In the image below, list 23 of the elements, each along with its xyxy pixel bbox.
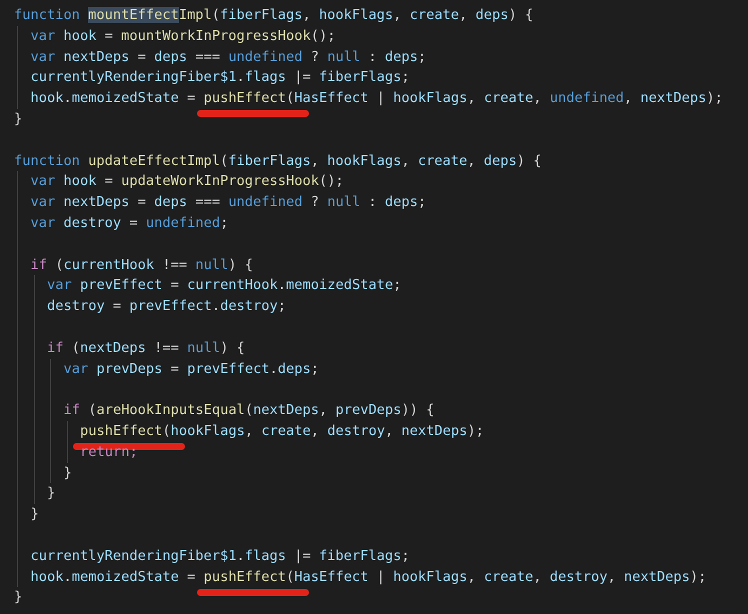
code-line: } — [47, 484, 56, 504]
code-line: destroy = prevEffect.destroy; — [47, 297, 286, 316]
code-line: var destroy = undefined; — [30, 214, 228, 233]
code-line: hook.memoizedState = pushEffect(HasEffect | hookFlags, create, undefined, nextDeps); — [30, 89, 723, 108]
code-line: } — [64, 464, 72, 483]
code-line: function mountEffectImpl(fiberFlags, hookFlags, create, deps) { — [14, 6, 534, 25]
code-line: var hook = mountWorkInProgressHook(); — [30, 26, 336, 46]
code-line: if (nextDeps !== null) { — [47, 338, 245, 358]
code-line: var nextDeps = deps === undefined ? null : deps; — [30, 48, 426, 67]
code-line: } — [30, 505, 39, 524]
code-line: } — [14, 588, 22, 608]
code-line: hook.memoizedState = pushEffect(HasEffect | hookFlags, create, destroy, nextDeps); — [30, 568, 706, 587]
code-line: currentlyRenderingFiber$1.flags |= fiberFlags; — [30, 68, 410, 88]
code-line: var nextDeps = deps === undefined ? null : deps; — [30, 193, 426, 212]
code-line: } — [14, 110, 22, 129]
code-line: function updateEffectImpl(fiberFlags, hookFlags, create, deps) { — [14, 152, 542, 171]
code-line: var prevEffect = currentHook.memoizedState; — [47, 276, 402, 296]
code-line: if (areHookInputsEqual(nextDeps, prevDeps)) { — [64, 401, 434, 420]
code-line: pushEffect(hookFlags, create, destroy, nextDeps); — [80, 422, 484, 441]
code-line: var prevDeps = prevEffect.deps; — [64, 360, 320, 379]
code-line: var hook = updateWorkInProgressHook(); — [30, 172, 344, 192]
code-line: if (currentHook !== null) { — [30, 256, 254, 275]
code-line: currentlyRenderingFiber$1.flags |= fiberFlags; — [30, 546, 410, 566]
